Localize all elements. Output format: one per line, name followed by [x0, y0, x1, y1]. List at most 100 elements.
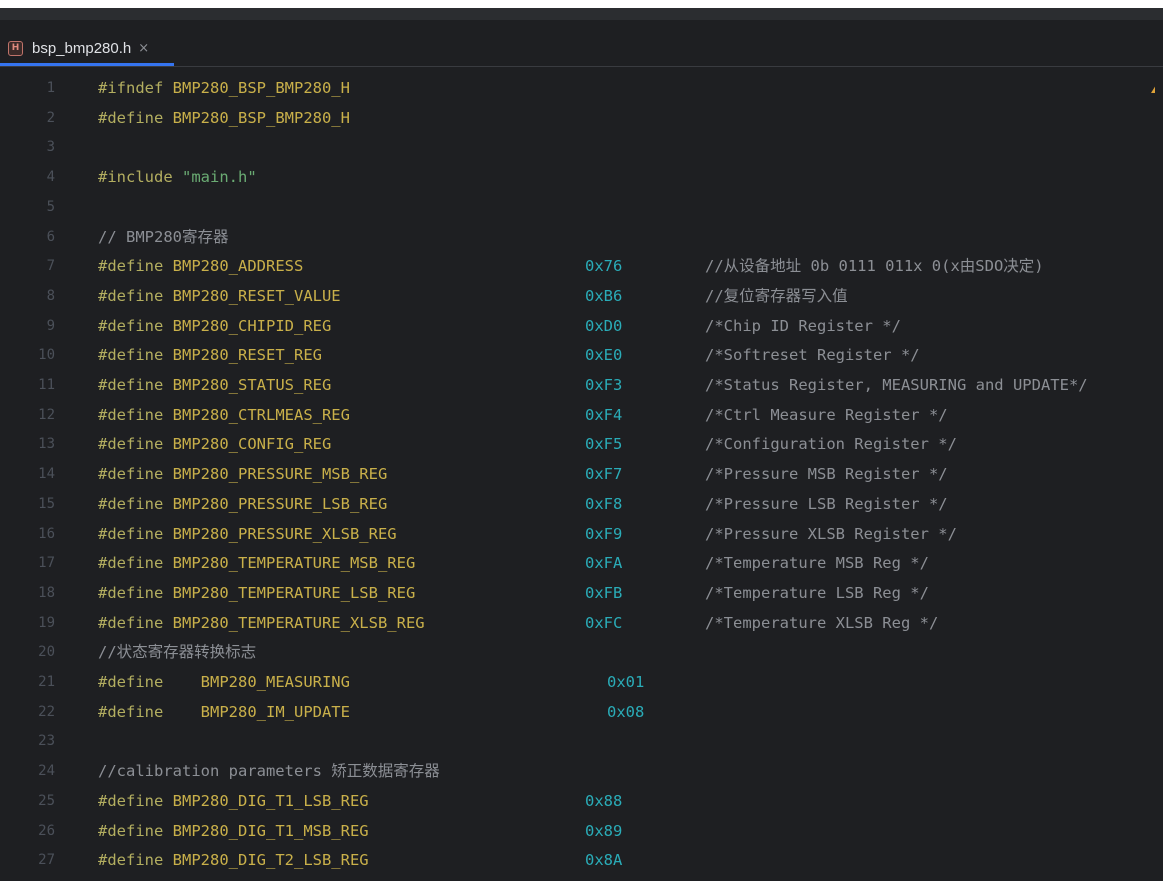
- code-line[interactable]: 9 #define BMP280_CHIPID_REG 0xD0 /*Chip ID …: [0, 312, 1163, 342]
- trailing-comment: /*Temperature LSB Reg */: [705, 583, 929, 602]
- tab-bsp-bmp280-h[interactable]: H bsp_bmp280.h ×: [0, 33, 174, 66]
- preprocessor-directive: #define: [98, 613, 164, 632]
- preprocessor-directive: #define: [98, 524, 164, 543]
- line-number: 1: [46, 80, 55, 96]
- code-line[interactable]: 6 // BMP280寄存器: [0, 223, 1163, 253]
- header-file-icon: H: [8, 40, 23, 56]
- line-number: 17: [38, 555, 55, 572]
- macro-name: BMP280_RESET_VALUE: [172, 286, 341, 305]
- line-number: 2: [46, 109, 55, 126]
- line-number: 16: [38, 525, 55, 542]
- line-comment: // BMP280寄存器: [98, 227, 229, 246]
- trailing-comment: /*Status Register, MEASURING and UPDATE*…: [705, 376, 1088, 394]
- preprocessor-directive: #define: [98, 346, 164, 365]
- macro-name: BMP280_RESET_REG: [172, 346, 322, 365]
- macro-name: BMP280_ADDRESS: [172, 257, 304, 276]
- code-line[interactable]: 22 #define BMP280_IM_UPDATE 0x08: [0, 698, 1163, 728]
- macro-name: BMP280_CTRLMEAS_REG: [172, 405, 350, 424]
- code-text: #define BMP280_PRESSURE_XLSB_REG: [98, 523, 397, 545]
- code-line[interactable]: 15 #define BMP280_PRESSURE_LSB_REG 0xF8 /*P…: [0, 490, 1163, 520]
- preprocessor-directive: #define: [98, 108, 164, 127]
- code-line[interactable]: 24 //calibration parameters 矫正数据寄存器: [0, 757, 1163, 787]
- code-text: #define BMP280_RESET_VALUE: [98, 285, 341, 307]
- code-line[interactable]: 1 #ifndef BMP280_BSP_BMP280_H: [0, 74, 1163, 104]
- hex-value: 0x8A: [585, 851, 623, 870]
- code-line[interactable]: 27 #define BMP280_DIG_T2_LSB_REG 0x8A: [0, 846, 1163, 876]
- code-line[interactable]: 2 #define BMP280_BSP_BMP280_H: [0, 104, 1163, 134]
- code-text: #define BMP280_TEMPERATURE_XLSB_REG: [98, 612, 425, 634]
- code-line[interactable]: 4 #include "main.h": [0, 163, 1163, 193]
- code-line[interactable]: 7 #define BMP280_ADDRESS 0x76 //从设备地址 0b 01…: [0, 252, 1163, 282]
- code-text: #define BMP280_PRESSURE_MSB_REG: [98, 463, 387, 485]
- close-icon[interactable]: ×: [138, 41, 149, 56]
- code-text: #define BMP280_TEMPERATURE_LSB_REG: [98, 582, 415, 604]
- code-line[interactable]: 12 #define BMP280_CTRLMEAS_REG 0xF4 /*Ctrl …: [0, 401, 1163, 431]
- hex-value: 0x01: [607, 673, 645, 691]
- code-line[interactable]: 13 #define BMP280_CONFIG_REG 0xF5 /*Configu…: [0, 430, 1163, 460]
- code-text: #define BMP280_TEMPERATURE_MSB_REG: [98, 552, 415, 574]
- preprocessor-directive: #define: [98, 702, 164, 721]
- line-number: 5: [46, 198, 55, 215]
- hex-value: 0x76: [585, 257, 623, 276]
- line-number: 7: [46, 258, 55, 275]
- code-line[interactable]: 14 #define BMP280_PRESSURE_MSB_REG 0xF7 /*P…: [0, 460, 1163, 490]
- code-line[interactable]: 26 #define BMP280_DIG_T1_MSB_REG 0x89: [0, 817, 1163, 847]
- code-line[interactable]: 20 //状态寄存器转换标志: [0, 638, 1163, 668]
- code-text: #define BMP280_IM_UPDATE: [98, 701, 350, 723]
- hex-value: 0xFA: [585, 554, 623, 573]
- code-line[interactable]: 23: [0, 727, 1163, 757]
- line-number: 19: [38, 614, 55, 631]
- trailing-comment: //从设备地址 0b 0111 011x 0(x由SDO决定): [705, 257, 1044, 276]
- hex-value: 0xF4: [585, 405, 623, 424]
- code-line[interactable]: 11 #define BMP280_STATUS_REG 0xF3 /*Status …: [0, 371, 1163, 401]
- hex-value: 0xF3: [585, 376, 623, 394]
- macro-name: BMP280_BSP_BMP280_H: [172, 79, 350, 97]
- preprocessor-directive: #define: [98, 257, 164, 276]
- trailing-comment: /*Pressure MSB Register */: [705, 465, 948, 484]
- line-number: 21: [38, 674, 55, 690]
- hex-value: 0xFC: [585, 613, 623, 632]
- code-line[interactable]: 3: [0, 133, 1163, 163]
- code-line[interactable]: 21 #define BMP280_MEASURING 0x01: [0, 668, 1163, 698]
- line-number: 11: [38, 377, 55, 393]
- macro-name: BMP280_STATUS_REG: [172, 376, 332, 394]
- code-text: #define BMP280_PRESSURE_LSB_REG: [98, 493, 387, 515]
- code-line[interactable]: 19 #define BMP280_TEMPERATURE_XLSB_REG 0xF…: [0, 609, 1163, 639]
- macro-name: BMP280_CHIPID_REG: [172, 316, 332, 335]
- preprocessor-directive: #define: [98, 494, 164, 513]
- code-line[interactable]: 8 #define BMP280_RESET_VALUE 0xB6 //复位寄存器写入…: [0, 282, 1163, 312]
- trailing-comment: /*Pressure LSB Register */: [705, 494, 948, 513]
- macro-name: BMP280_BSP_BMP280_H: [172, 108, 350, 127]
- code-text: #ifndef BMP280_BSP_BMP280_H: [98, 77, 350, 99]
- code-text: #define BMP280_DIG_T2_LSB_REG: [98, 849, 369, 871]
- trailing-comment: /*Pressure XLSB Register */: [705, 524, 957, 543]
- line-comment: //calibration parameters 矫正数据寄存器: [98, 762, 440, 781]
- line-number: 27: [38, 852, 55, 869]
- preprocessor-directive: #include: [98, 168, 173, 187]
- line-comment: //状态寄存器转换标志: [98, 643, 257, 662]
- code-line[interactable]: 16 #define BMP280_PRESSURE_XLSB_REG 0xF9 /*…: [0, 520, 1163, 550]
- code-line[interactable]: 18 #define BMP280_TEMPERATURE_LSB_REG 0xFB…: [0, 579, 1163, 609]
- hex-value: 0xB6: [585, 286, 623, 305]
- preprocessor-directive: #ifndef: [98, 79, 164, 97]
- code-line[interactable]: 10 #define BMP280_RESET_REG 0xE0 /*Softrese…: [0, 341, 1163, 371]
- hex-value: 0xF8: [585, 494, 623, 513]
- line-number: 25: [38, 792, 55, 809]
- line-number: 23: [38, 733, 55, 750]
- trailing-comment: /*Softreset Register */: [705, 346, 920, 365]
- code-line[interactable]: 25 #define BMP280_DIG_T1_LSB_REG 0x88: [0, 787, 1163, 817]
- line-number: 10: [38, 347, 55, 364]
- code-text: #define BMP280_CONFIG_REG: [98, 433, 331, 455]
- code-text: #define BMP280_DIG_T1_LSB_REG: [98, 790, 369, 812]
- preprocessor-directive: #define: [98, 821, 164, 840]
- code-editor[interactable]: 1 #ifndef BMP280_BSP_BMP280_H 2 #define BMP…: [0, 67, 1163, 881]
- code-line[interactable]: 28#define BMP280_DIG_T2_MSB_REG0x8B: [0, 876, 1163, 881]
- hex-value: 0x89: [585, 821, 623, 840]
- macro-name: BMP280_TEMPERATURE_LSB_REG: [172, 583, 416, 602]
- line-number: 9: [46, 317, 55, 334]
- hex-value: 0xD0: [585, 316, 623, 335]
- preprocessor-directive: #define: [98, 673, 164, 691]
- code-line[interactable]: 17 #define BMP280_TEMPERATURE_MSB_REG 0xFA…: [0, 549, 1163, 579]
- vertical-scrollbar[interactable]: [1155, 67, 1163, 881]
- code-line[interactable]: 5: [0, 193, 1163, 223]
